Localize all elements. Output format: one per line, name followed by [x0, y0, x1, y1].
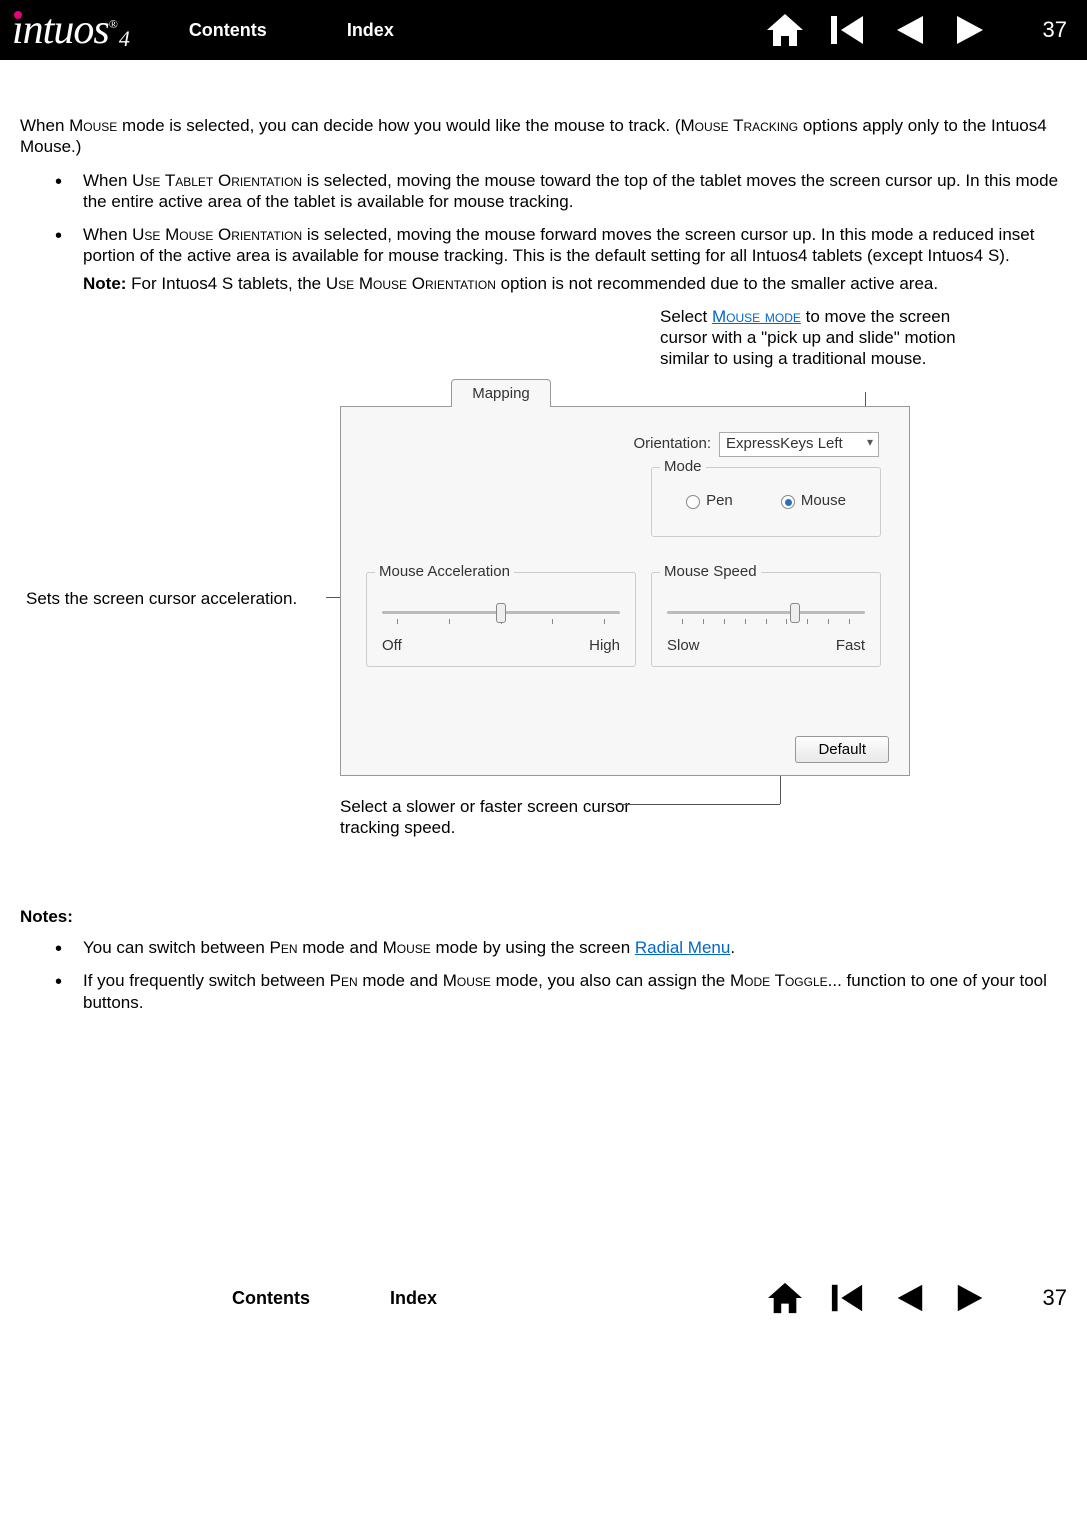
mode-group-label: Mode — [660, 458, 706, 477]
bullet-tablet-orientation: When Use Tablet Orientation is selected,… — [55, 170, 1067, 213]
slider-thumb-icon[interactable] — [496, 603, 506, 623]
acceleration-slider[interactable] — [382, 611, 620, 614]
nav-icons: 37 — [765, 12, 1067, 48]
notes-heading: Notes: — [20, 906, 1067, 927]
leader-line — [615, 804, 780, 805]
mouse-acceleration-group: Mouse Acceleration Off High — [366, 572, 636, 667]
mode-group: Mode Pen Mouse — [651, 467, 881, 537]
speed-slider[interactable] — [667, 611, 865, 614]
orientation-dropdown[interactable]: ExpressKeys Left — [719, 432, 879, 457]
footer-bar: Contents Index 37 — [0, 1273, 1087, 1323]
page-body: When Mouse mode is selected, you can dec… — [0, 60, 1087, 1013]
mouse-mode-radio[interactable]: Mouse — [781, 492, 846, 511]
contents-link-footer[interactable]: Contents — [232, 1287, 310, 1310]
previous-page-icon[interactable] — [889, 1281, 929, 1315]
logo: ıntuos®4 — [12, 4, 129, 57]
note-radial-menu: You can switch between Pen mode and Mous… — [55, 937, 1067, 958]
footer-nav-icons: 37 — [765, 1281, 1067, 1315]
default-button[interactable]: Default — [795, 736, 889, 763]
bullet-mouse-orientation: When Use Mouse Orientation is selected, … — [55, 224, 1067, 294]
speed-high-label: Fast — [836, 637, 865, 656]
previous-page-icon[interactable] — [889, 12, 929, 48]
mouse-mode-link[interactable]: Mouse mode — [712, 307, 801, 326]
callout-speed: Select a slower or faster screen cursor … — [340, 796, 640, 839]
diagram: Select Mouse mode to move the screen cur… — [20, 306, 1067, 886]
speed-group-label: Mouse Speed — [660, 563, 761, 582]
radial-menu-link[interactable]: Radial Menu — [635, 938, 730, 957]
accel-group-label: Mouse Acceleration — [375, 563, 514, 582]
index-link[interactable]: Index — [347, 19, 394, 42]
home-icon[interactable] — [765, 12, 805, 48]
next-page-icon[interactable] — [951, 1281, 991, 1315]
contents-link[interactable]: Contents — [189, 19, 267, 42]
speed-low-label: Slow — [667, 637, 700, 656]
radio-icon — [686, 495, 700, 509]
index-link-footer[interactable]: Index — [390, 1287, 437, 1310]
home-icon[interactable] — [765, 1281, 805, 1315]
page-number: 37 — [1043, 16, 1067, 44]
next-page-icon[interactable] — [951, 12, 991, 48]
callout-acceleration: Sets the screen cursor acceleration. — [26, 588, 326, 609]
accel-high-label: High — [589, 637, 620, 656]
intro-paragraph: When Mouse mode is selected, you can dec… — [20, 115, 1067, 158]
first-page-icon[interactable] — [827, 1281, 867, 1315]
callout-mouse-mode: Select Mouse mode to move the screen cur… — [660, 306, 980, 370]
mapping-dialog: Mapping Orientation: ExpressKeys Left Mo… — [340, 406, 910, 776]
slider-thumb-icon[interactable] — [790, 603, 800, 623]
orientation-label: Orientation: — [633, 435, 711, 454]
page-number-footer: 37 — [1043, 1284, 1067, 1312]
mouse-speed-group: Mouse Speed Slow Fast — [651, 572, 881, 667]
radio-icon — [781, 495, 795, 509]
mapping-tab[interactable]: Mapping — [451, 379, 551, 407]
first-page-icon[interactable] — [827, 12, 867, 48]
accel-low-label: Off — [382, 637, 402, 656]
pen-mode-radio[interactable]: Pen — [686, 492, 733, 511]
header-bar: ıntuos®4 Contents Index 37 — [0, 0, 1087, 60]
note-mode-toggle: If you frequently switch between Pen mod… — [55, 970, 1067, 1013]
